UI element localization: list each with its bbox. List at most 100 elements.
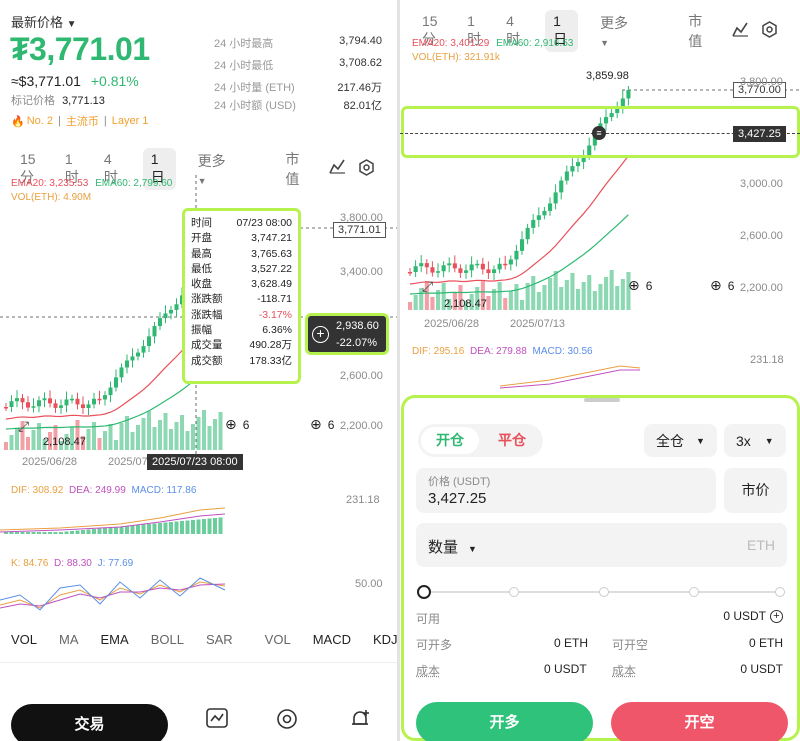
macd-bar bbox=[48, 532, 52, 534]
open-tab[interactable]: 开仓 bbox=[421, 427, 479, 454]
margin-mode-select[interactable]: 全仓 ▼ bbox=[644, 424, 717, 457]
indicator-icon[interactable] bbox=[732, 22, 749, 40]
macd-bar bbox=[76, 531, 80, 535]
axis-label: 2,600.00 bbox=[340, 370, 383, 382]
sheet-handle[interactable] bbox=[584, 398, 620, 402]
axis-label: 3,800.00 bbox=[740, 76, 783, 88]
volume-bar bbox=[604, 277, 608, 310]
candle-body bbox=[4, 407, 8, 409]
macd-bar bbox=[180, 521, 184, 534]
macd-bar bbox=[169, 522, 173, 534]
alert-bell-icon[interactable] bbox=[349, 708, 371, 735]
market-price-button[interactable]: 市价 bbox=[724, 468, 787, 513]
macd-bar bbox=[197, 520, 201, 535]
date-label: 2025/06/28 bbox=[22, 456, 77, 468]
slider-thumb[interactable] bbox=[417, 585, 431, 599]
candle-body bbox=[453, 263, 457, 268]
macd-bar bbox=[37, 532, 41, 534]
macd-bar bbox=[70, 531, 74, 534]
volume-bar bbox=[136, 425, 140, 450]
globe-badge[interactable]: ⊕ 6 bbox=[710, 277, 734, 294]
candle-body bbox=[531, 220, 535, 228]
macd-bar bbox=[142, 525, 146, 535]
caret-down-icon: ▼ bbox=[600, 38, 609, 48]
candle-body bbox=[37, 400, 41, 406]
volume-bar bbox=[153, 427, 157, 450]
can-long-label: 可开多 bbox=[416, 636, 452, 653]
candle-body bbox=[503, 264, 507, 266]
trade-button[interactable]: 交易 bbox=[11, 704, 168, 741]
candle-body bbox=[125, 360, 129, 367]
ind-tab-ema[interactable]: EMA bbox=[101, 632, 129, 647]
volume-bar bbox=[114, 440, 118, 450]
tab-marketcap[interactable]: 市值 bbox=[688, 11, 710, 51]
expand-icon[interactable]: ⤢ bbox=[422, 278, 433, 295]
quantity-input[interactable]: 数量 ▼ ETH bbox=[416, 523, 787, 567]
trade-sheet: 开仓 平仓 全仓 ▼ 3x ▼ 价格 (USDT) 3,427.25 市价 数量 ▼ … bbox=[401, 395, 800, 741]
rank-tag[interactable]: No. 2 bbox=[27, 115, 53, 127]
usd-price-row: ≈$3,771.01 +0.81% bbox=[11, 73, 139, 89]
copy-trade-icon[interactable] bbox=[276, 708, 298, 735]
right-macd-chart bbox=[400, 360, 800, 390]
macd-bar bbox=[164, 523, 168, 535]
add-circle-icon[interactable]: + bbox=[770, 610, 783, 623]
candle-body bbox=[419, 263, 423, 266]
axis-label: 3,000.00 bbox=[740, 178, 783, 190]
macd-bar bbox=[10, 532, 14, 534]
available-label: 可用 bbox=[416, 610, 440, 627]
ind-tab-boll[interactable]: BOLL bbox=[151, 632, 184, 647]
ind-tab-macd[interactable]: MACD bbox=[313, 632, 351, 647]
tab-more[interactable]: 更多 ▼ bbox=[600, 13, 666, 49]
open-long-button[interactable]: 开多 bbox=[416, 702, 593, 741]
drag-handle-icon[interactable]: ≡ bbox=[592, 126, 606, 140]
candle-body bbox=[169, 310, 173, 314]
macd-bar bbox=[158, 523, 162, 534]
volume-bar bbox=[559, 287, 563, 310]
strategy-icon[interactable] bbox=[206, 708, 228, 733]
open-short-button[interactable]: 开空 bbox=[611, 702, 788, 741]
volume-bar bbox=[147, 411, 151, 450]
latest-price-selector[interactable]: 最新价格 ▼ bbox=[11, 12, 77, 31]
separator bbox=[0, 662, 397, 663]
mainstream-tag[interactable]: 主流币 bbox=[66, 113, 99, 129]
cost-short-value: 0 USDT bbox=[740, 662, 783, 676]
candle-body bbox=[59, 405, 63, 408]
candle-body bbox=[430, 267, 434, 272]
leverage-select[interactable]: 3x ▼ bbox=[724, 424, 786, 457]
price-input[interactable]: 价格 (USDT) 3,427.25 bbox=[416, 468, 716, 513]
settings-hex-icon[interactable] bbox=[761, 21, 778, 41]
ind-tab-sar[interactable]: SAR bbox=[206, 632, 233, 647]
layer1-tag[interactable]: Layer 1 bbox=[112, 115, 149, 127]
macd-bar bbox=[54, 532, 58, 534]
globe-badge[interactable]: ⊕ 6 bbox=[310, 416, 334, 433]
ind-tab-kdj[interactable]: KDJ bbox=[373, 632, 397, 647]
ind-tab-vol2[interactable]: VOL bbox=[265, 632, 291, 647]
volume-bar bbox=[142, 418, 146, 450]
candle-body bbox=[447, 263, 451, 265]
candle-body bbox=[408, 272, 412, 274]
ema-legend: EMA20: 3,401.29 EMA60: 2,916.53 bbox=[412, 38, 573, 49]
ind-tab-vol[interactable]: VOL bbox=[11, 632, 37, 647]
crosshair-price-box[interactable]: + 2,938.60 -22.07% bbox=[305, 313, 389, 355]
close-tab[interactable]: 平仓 bbox=[484, 427, 540, 454]
macd-bar bbox=[213, 518, 217, 534]
globe-badge[interactable]: ⊕ 6 bbox=[225, 416, 249, 433]
globe-badge[interactable]: ⊕ 6 bbox=[628, 277, 652, 294]
mark-price-row: 标记价格 3,771.13 bbox=[11, 92, 105, 108]
quantity-slider[interactable] bbox=[417, 585, 787, 599]
add-order-icon[interactable]: + bbox=[312, 326, 329, 343]
right-candle-chart[interactable] bbox=[400, 60, 800, 320]
expand-icon[interactable]: ⤢ bbox=[18, 418, 29, 435]
candle-body bbox=[70, 399, 74, 401]
pending-price-box[interactable]: 3,427.25 bbox=[733, 126, 786, 142]
big-price: ₮3,771.01 bbox=[10, 31, 150, 68]
macd-bar bbox=[219, 518, 223, 535]
volume-bar bbox=[4, 442, 8, 450]
macd-bar bbox=[98, 529, 102, 535]
globe-icon: ⊕ bbox=[710, 277, 722, 294]
kdj-legend: K: 84.76 D: 88.30 J: 77.69 bbox=[11, 558, 133, 569]
candle-body bbox=[76, 399, 80, 405]
ind-tab-ma[interactable]: MA bbox=[59, 632, 79, 647]
candle-body bbox=[464, 270, 468, 273]
macd-bar bbox=[153, 524, 157, 535]
